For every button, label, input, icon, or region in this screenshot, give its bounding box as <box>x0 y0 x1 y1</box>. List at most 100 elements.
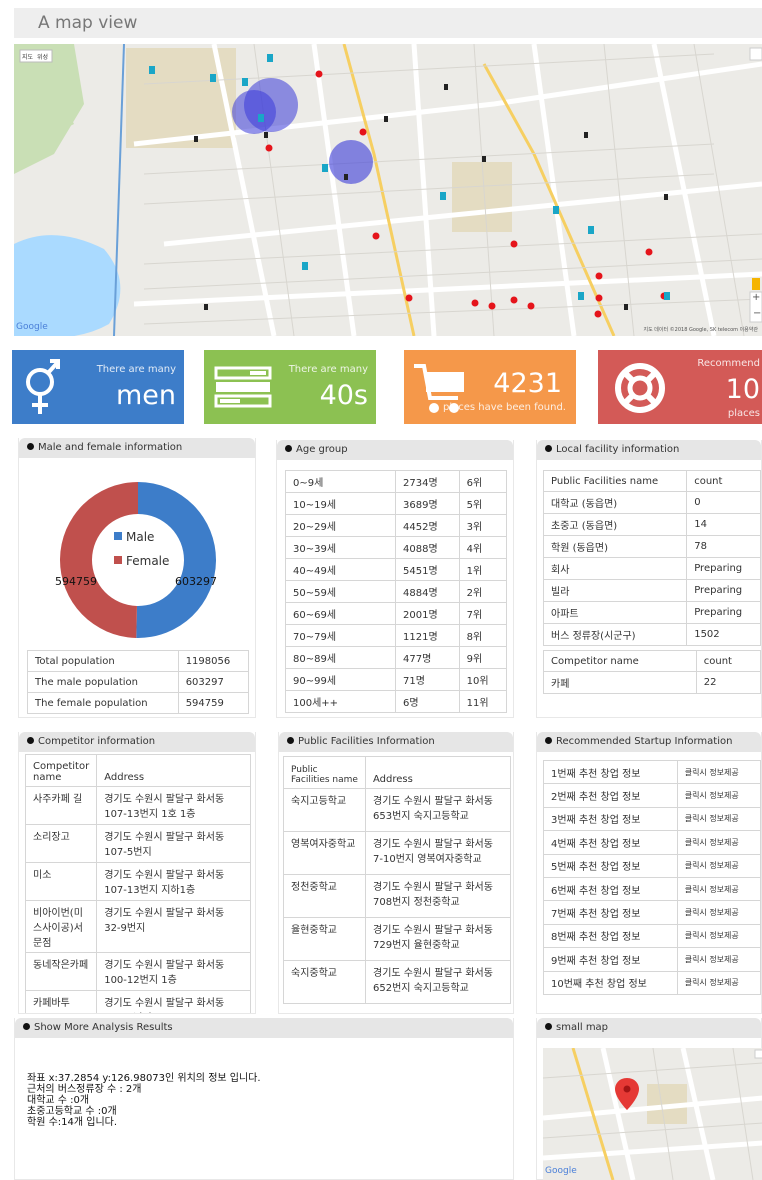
gender-row-value: 603297 <box>177 671 250 693</box>
age-range: 10~19세 <box>285 492 396 515</box>
bullet-icon <box>23 1023 30 1030</box>
recommendation-info-link[interactable]: 클릭시 정보제공 <box>685 814 739 823</box>
table-header-row: Public Facilities name count <box>542 470 761 492</box>
tile-places-caption: places have been found. <box>442 402 566 413</box>
facility-name: 정천중학교 <box>283 874 366 918</box>
public-facilities-panel: Public Facilities Information Public Fac… <box>278 732 514 1014</box>
tile-gender-caption: There are many <box>96 364 176 375</box>
facility-name: 아파트 <box>542 601 688 624</box>
recommendation-info-link[interactable]: 클릭시 정보제공 <box>685 861 739 870</box>
analysis-panel-title: Show More Analysis Results <box>34 1022 173 1033</box>
competitor-name: 카페바투 <box>24 990 98 1013</box>
table-row: 9번째 추천 창업 정보 클릭시 정보제공 <box>543 947 762 972</box>
public-panel-header: Public Facilities Information <box>279 732 513 752</box>
recommendation-link-cell: 클릭시 정보제공 <box>676 759 762 785</box>
table-row: The female population 594759 <box>27 692 250 714</box>
bullet-icon <box>545 1023 552 1030</box>
facility-count: 1502 <box>686 623 761 646</box>
competitor-address: 경기도 수원시 팔달구 화서동 100-12번지 1층 <box>96 952 251 991</box>
recommendation-name: 1번째 추천 창업 정보 <box>543 759 678 785</box>
table-row: 6번째 추천 창업 정보 클릭시 정보제공 <box>543 876 762 902</box>
age-rank: 7위 <box>458 602 508 625</box>
column-header: count <box>686 470 761 492</box>
recommendation-info-link[interactable]: 클릭시 정보제공 <box>685 885 739 894</box>
gender-table: Total population 1198056 The male populati… <box>27 650 250 714</box>
recommend-panel: Recommended Startup Information 1번째 추천 창… <box>536 732 762 1014</box>
analysis-line: 좌표 x:37.2854 y:126.98073인 위치의 정보 입니다. <box>27 1073 261 1084</box>
facility-count: 14 <box>686 513 761 536</box>
small-map[interactable] <box>543 1048 762 1180</box>
facility-address: 경기도 수원시 팔달구 화서동 7-10번지 영복여자중학교 <box>365 831 511 875</box>
analysis-panel: Show More Analysis Results 좌표 x:37.2854 … <box>14 1018 514 1180</box>
age-range: 70~79세 <box>285 624 396 647</box>
recommendation-info-link[interactable]: 클릭시 정보제공 <box>685 978 739 987</box>
competitor-address: 경기도 수원시 팔달구 화서동 107-5번지 <box>96 824 251 863</box>
age-rank: 6위 <box>458 470 508 493</box>
age-range: 50~59세 <box>285 580 396 603</box>
table-row: 영복여자중학교 경기도 수원시 팔달구 화서동 7-10번지 영복여자중학교 <box>283 831 511 875</box>
recommendation-info-link[interactable]: 클릭시 정보제공 <box>685 768 739 777</box>
legend-female-swatch <box>114 556 122 564</box>
column-header: Address <box>365 756 511 789</box>
map-attribution: 지도 데이터 ©2018 Google, SK telecom 이용약관 <box>643 327 758 333</box>
table-row: 70~79세 1121명 8위 <box>285 624 508 647</box>
map-toggle-label[interactable]: 지도 <box>22 52 33 61</box>
table-row: 5번째 추천 창업 정보 클릭시 정보제공 <box>543 853 762 878</box>
table-row: 30~39세 4088명 4위 <box>285 536 508 559</box>
tile-recommend-caption: Recommend <box>697 358 760 369</box>
competitor-type: 카페 <box>543 671 697 694</box>
recommendation-link-cell: 클릭시 정보제공 <box>676 900 762 925</box>
map-zoom-out[interactable]: − <box>753 308 761 320</box>
legend-female: Female <box>114 554 169 568</box>
age-panel-title: Age group <box>296 444 348 455</box>
donut-label-female: 594759 <box>55 575 97 588</box>
tile-gender-value: men <box>115 380 176 411</box>
public-panel-title: Public Facilities Information <box>298 736 435 747</box>
age-range: 30~39세 <box>285 536 396 559</box>
page-title: A map view <box>38 13 138 33</box>
age-rank: 8위 <box>458 624 508 647</box>
table-row: The male population 603297 <box>27 671 250 693</box>
facility-name: 버스 정류장(시군구) <box>542 623 688 646</box>
local-panel-header: Local facility information <box>537 440 761 460</box>
competitor-name: 소리장고 <box>24 824 98 863</box>
age-range: 0~9세 <box>285 470 396 493</box>
bullet-icon <box>27 443 34 450</box>
facility-count: Preparing <box>686 557 761 580</box>
recommendation-link-cell: 클릭시 정보제공 <box>676 970 762 995</box>
recommendation-info-link[interactable]: 클릭시 정보제공 <box>685 908 739 917</box>
facility-count: Preparing <box>686 601 761 624</box>
recommendation-info-link[interactable]: 클릭시 정보제공 <box>685 955 739 964</box>
recommendation-link-cell: 클릭시 정보제공 <box>676 783 762 808</box>
map-view[interactable]: 지도 위성 + − Google 지도 데이터 ©2018 Google, SK… <box>14 44 762 336</box>
age-range: 20~29세 <box>285 514 396 537</box>
recommendation-name: 2번째 추천 창업 정보 <box>543 783 678 808</box>
recommendation-info-link[interactable]: 클릭시 정보제공 <box>685 791 739 800</box>
facility-name: 율현중학교 <box>283 917 366 961</box>
analysis-line: 대학교 수 :0개 <box>27 1095 90 1106</box>
facility-name: 대학교 (동읍면) <box>542 491 688 514</box>
table-row: 100세++ 6명 11위 <box>285 690 508 713</box>
table-row: 숙지중학교 경기도 수원시 팔달구 화서동 652번지 숙지고등학교 <box>283 960 511 1004</box>
facility-name: 빌라 <box>542 579 688 602</box>
age-count: 477명 <box>395 646 460 669</box>
table-row: 40~49세 5451명 1위 <box>285 558 508 581</box>
map-toggle-label-satellite[interactable]: 위성 <box>37 52 48 61</box>
competitor-count: 22 <box>695 671 762 694</box>
donut-label-male: 603297 <box>175 575 217 588</box>
bullet-icon <box>545 445 552 452</box>
tile-age: There are many 40s <box>204 350 376 424</box>
recommendation-name: 10번째 추천 창업 정보 <box>543 970 678 995</box>
map-canvas[interactable] <box>14 44 762 336</box>
recommendation-info-link[interactable]: 클릭시 정보제공 <box>685 838 739 847</box>
table-row: 카페 22 <box>543 671 762 694</box>
local-facility-table: Public Facilities name count 대학교 (동읍면) 0 초중고… <box>542 470 761 646</box>
age-table: 0~9세 2734명 6위 10~19세 3689명 5위 20~29세 4452명 3위 30~… <box>285 470 508 713</box>
table-row: 4번째 추천 창업 정보 클릭시 정보제공 <box>543 830 762 855</box>
recommendation-info-link[interactable]: 클릭시 정보제공 <box>685 931 739 940</box>
table-row: 90~99세 71명 10위 <box>285 668 508 691</box>
small-map-google-logo: Google <box>545 1166 577 1176</box>
competitor-panel-title: Competitor information <box>38 736 156 747</box>
recommendation-link-cell: 클릭시 정보제공 <box>676 830 762 855</box>
map-zoom-in[interactable]: + <box>752 292 760 304</box>
